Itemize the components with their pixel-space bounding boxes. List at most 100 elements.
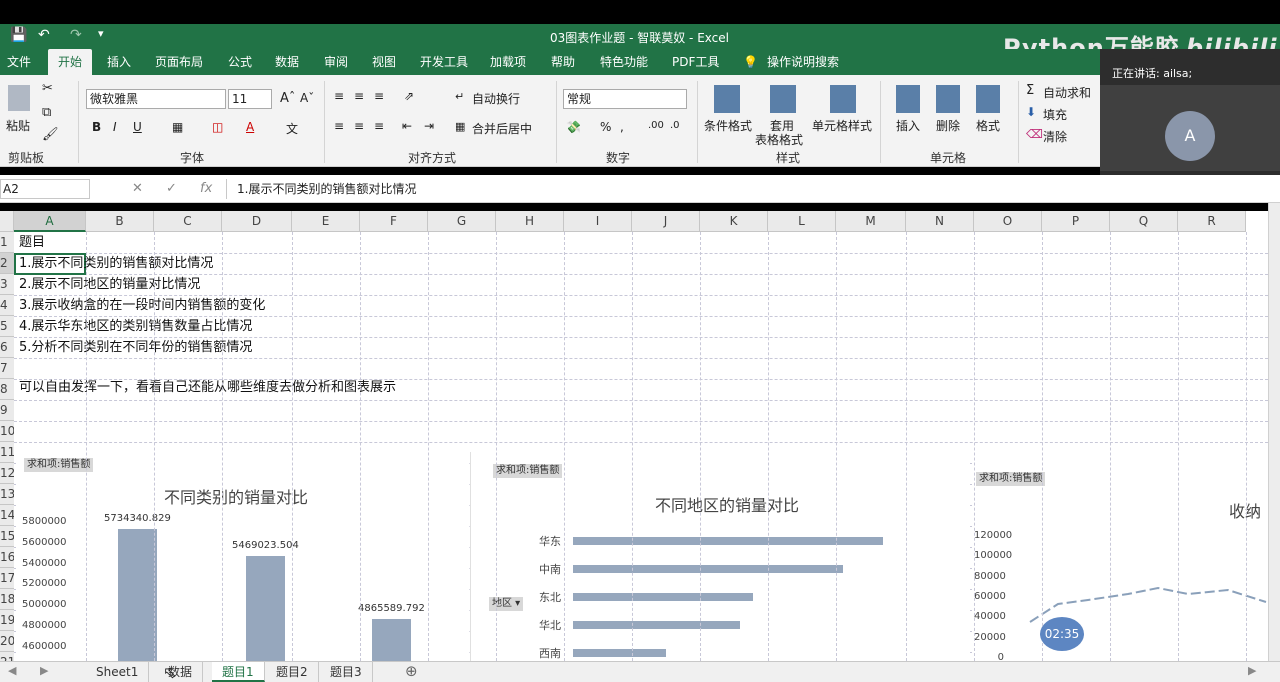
- conditional-format-icon[interactable]: [714, 85, 740, 113]
- merge-center-button[interactable]: 合并后居中: [472, 120, 532, 137]
- chart2-bar[interactable]: [573, 621, 741, 629]
- align-center-icon[interactable]: ≡: [354, 119, 364, 133]
- column-header-m[interactable]: M: [836, 211, 906, 232]
- row-header-5[interactable]: 5: [0, 316, 14, 337]
- tab-formulas[interactable]: 公式: [228, 49, 252, 75]
- tab-insert[interactable]: 插入: [107, 49, 131, 75]
- storage-box-trend-chart[interactable]: 求和项:销售额 收纳 120000 100000 80000 60000 40000 20…: [972, 452, 1268, 661]
- cell-a4[interactable]: 3.展示收纳盒的在一段时间内销售额的变化: [19, 295, 265, 316]
- increase-font-icon[interactable]: Aˆ: [280, 91, 295, 106]
- italic-icon[interactable]: I: [113, 120, 117, 134]
- row-header-6[interactable]: 6: [0, 337, 14, 358]
- row-header-9[interactable]: 9: [0, 400, 14, 421]
- tab-file[interactable]: 文件: [7, 49, 31, 75]
- column-header-q[interactable]: Q: [1110, 211, 1178, 232]
- cell-style-icon[interactable]: [830, 85, 856, 113]
- select-all-corner[interactable]: [0, 211, 14, 232]
- column-header-a[interactable]: A: [14, 211, 86, 232]
- tab-view[interactable]: 视图: [372, 49, 396, 75]
- fill-button[interactable]: 填充: [1043, 106, 1067, 123]
- align-bottom-icon[interactable]: ≡: [374, 89, 384, 103]
- cell-a6[interactable]: 5.分析不同类别在不同年份的销售额情况: [19, 337, 252, 358]
- comma-icon[interactable]: ,: [620, 120, 624, 134]
- bold-icon[interactable]: B: [92, 120, 101, 134]
- number-format-select[interactable]: 常规: [563, 89, 687, 109]
- cell-a2[interactable]: 1.展示不同类别的销售额对比情况: [19, 253, 213, 274]
- tab-data[interactable]: 数据: [275, 49, 299, 75]
- paste-icon[interactable]: [8, 85, 30, 111]
- column-header-g[interactable]: G: [428, 211, 496, 232]
- column-header-p[interactable]: P: [1042, 211, 1110, 232]
- delete-cells-button[interactable]: 删除: [936, 117, 960, 134]
- delete-cells-icon[interactable]: [936, 85, 960, 113]
- sheet-tab-q2[interactable]: 题目2: [266, 662, 319, 682]
- region-filter-button[interactable]: 地区 ▾: [489, 597, 524, 611]
- autosum-button[interactable]: 自动求和: [1043, 84, 1091, 101]
- row-header-19[interactable]: 19: [0, 610, 14, 631]
- column-header-k[interactable]: K: [700, 211, 768, 232]
- phonetic-icon[interactable]: 文: [286, 120, 298, 137]
- align-top-icon[interactable]: ≡: [334, 89, 344, 103]
- vertical-scrollbar[interactable]: [1268, 203, 1280, 661]
- align-middle-icon[interactable]: ≡: [354, 89, 364, 103]
- font-size-select[interactable]: 11: [228, 89, 272, 109]
- cell-a5[interactable]: 4.展示华东地区的类别销售数量占比情况: [19, 316, 252, 337]
- tab-developer[interactable]: 开发工具: [420, 49, 468, 75]
- sheet-tab-sheet1[interactable]: Sheet1: [86, 662, 150, 682]
- format-painter-icon[interactable]: 🖌: [42, 127, 59, 142]
- format-cells-icon[interactable]: [976, 85, 1000, 113]
- row-header-20[interactable]: 20: [0, 631, 14, 652]
- copy-icon[interactable]: ⧉: [42, 105, 51, 120]
- tab-addins[interactable]: 加载项: [490, 49, 526, 75]
- tab-help[interactable]: 帮助: [551, 49, 575, 75]
- insert-cells-icon[interactable]: [896, 85, 920, 113]
- font-color-icon[interactable]: A: [246, 120, 254, 134]
- column-header-f[interactable]: F: [360, 211, 428, 232]
- chart1-bar[interactable]: [246, 556, 285, 661]
- table-format-button-line2[interactable]: 表格格式: [755, 131, 803, 148]
- add-sheet-icon[interactable]: ⊕: [405, 662, 418, 680]
- row-header-13[interactable]: 13: [0, 484, 14, 505]
- orientation-icon[interactable]: ⇗: [404, 89, 414, 103]
- cut-icon[interactable]: ✂: [42, 81, 53, 96]
- wrap-text-button[interactable]: 自动换行: [472, 90, 520, 107]
- row-header-12[interactable]: 12: [0, 463, 14, 484]
- decrease-indent-icon[interactable]: ⇤: [402, 119, 412, 133]
- chart1-field-button[interactable]: 求和项:销售额: [24, 458, 94, 472]
- chart3-field-button[interactable]: 求和项:销售额: [976, 472, 1046, 486]
- row-header-2[interactable]: 2: [0, 253, 14, 274]
- row-header-14[interactable]: 14: [0, 505, 14, 526]
- column-header-d[interactable]: D: [222, 211, 292, 232]
- row-header-7[interactable]: 7: [0, 358, 14, 379]
- cell-style-button[interactable]: 单元格样式: [812, 117, 872, 134]
- row-header-17[interactable]: 17: [0, 568, 14, 589]
- underline-icon[interactable]: U: [133, 120, 142, 134]
- prev-sheet-icon[interactable]: ◀: [8, 664, 16, 677]
- quick-access-menu-icon[interactable]: ▾: [98, 27, 104, 40]
- column-header-e[interactable]: E: [292, 211, 360, 232]
- row-header-16[interactable]: 16: [0, 547, 14, 568]
- cell-a1[interactable]: 题目: [19, 232, 45, 253]
- fill-color-icon[interactable]: ◫: [212, 120, 223, 134]
- column-header-b[interactable]: B: [86, 211, 154, 232]
- chart2-field-button[interactable]: 求和项:销售额: [493, 464, 563, 478]
- tab-home[interactable]: 开始: [48, 49, 93, 75]
- row-header-11[interactable]: 11: [0, 442, 14, 463]
- tab-pdf-tools[interactable]: PDF工具: [672, 49, 719, 75]
- row-header-10[interactable]: 10: [0, 421, 14, 442]
- row-header-21[interactable]: 21: [0, 652, 14, 661]
- font-name-select[interactable]: 微软雅黑: [86, 89, 226, 109]
- column-header-r[interactable]: R: [1178, 211, 1246, 232]
- save-icon[interactable]: 💾: [10, 27, 27, 43]
- row-header-18[interactable]: 18: [0, 589, 14, 610]
- category-sales-chart[interactable]: 求和项:销售额 不同类别的销量对比 5800000 5600000 5400000 5…: [16, 452, 468, 661]
- cancel-icon[interactable]: ✕: [132, 181, 143, 196]
- column-header-n[interactable]: N: [906, 211, 974, 232]
- row-header-8[interactable]: 8: [0, 379, 14, 400]
- column-header-o[interactable]: O: [974, 211, 1042, 232]
- border-icon[interactable]: ▦: [172, 120, 183, 134]
- chart2-bar[interactable]: [573, 565, 843, 573]
- increase-indent-icon[interactable]: ⇥: [424, 119, 434, 133]
- currency-icon[interactable]: 💸: [566, 120, 581, 134]
- undo-icon[interactable]: ↶: [38, 27, 50, 43]
